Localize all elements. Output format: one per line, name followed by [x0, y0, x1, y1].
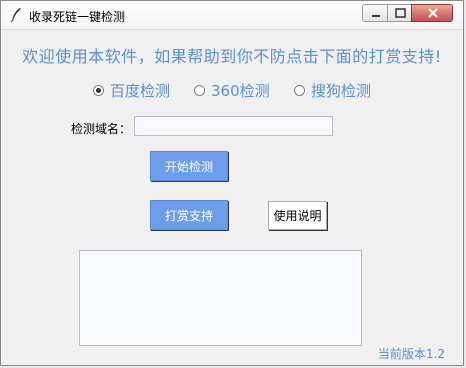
- minimize-icon: [372, 15, 380, 17]
- radio-label: 搜狗检测: [311, 81, 372, 100]
- radio-label: 百度检测: [110, 81, 171, 100]
- help-button[interactable]: 使用说明: [268, 201, 327, 230]
- welcome-message: 欢迎使用本软件，如果帮助到你不防点击下面的打赏支持!: [22, 47, 442, 66]
- radio-label: 360检测: [211, 81, 270, 100]
- radio-indicator[interactable]: [194, 84, 205, 96]
- radio-indicator[interactable]: [93, 84, 104, 96]
- support-button[interactable]: 打赏支持: [150, 200, 228, 230]
- radio-baidu[interactable]: 百度检测: [93, 79, 170, 101]
- domain-label: 检测域名：: [71, 122, 132, 136]
- engine-radio-group: 百度检测 360检测 搜狗检测: [1, 79, 463, 101]
- radio-360[interactable]: 360检测: [194, 79, 270, 101]
- window-title: 收录死链一键检测: [29, 10, 126, 24]
- main-window: 收录死链一键检测 欢迎使用本软件，如果帮助到你不防点击下面的打赏支持! 百度检测…: [0, 0, 464, 366]
- start-check-button[interactable]: 开始检测: [150, 151, 228, 181]
- version-label: 当前版本1.2: [377, 347, 445, 361]
- radio-sogou[interactable]: 搜狗检测: [294, 79, 371, 101]
- close-icon: [428, 8, 438, 18]
- close-button[interactable]: [411, 4, 453, 22]
- radio-indicator[interactable]: [294, 84, 305, 96]
- maximize-button[interactable]: [387, 4, 412, 22]
- domain-input[interactable]: [134, 116, 333, 136]
- quill-pen-icon: [9, 7, 23, 23]
- maximize-icon: [395, 8, 406, 18]
- minimize-button[interactable]: [362, 4, 388, 22]
- title-bar[interactable]: 收录死链一键检测: [1, 1, 463, 30]
- result-textarea[interactable]: [79, 250, 362, 346]
